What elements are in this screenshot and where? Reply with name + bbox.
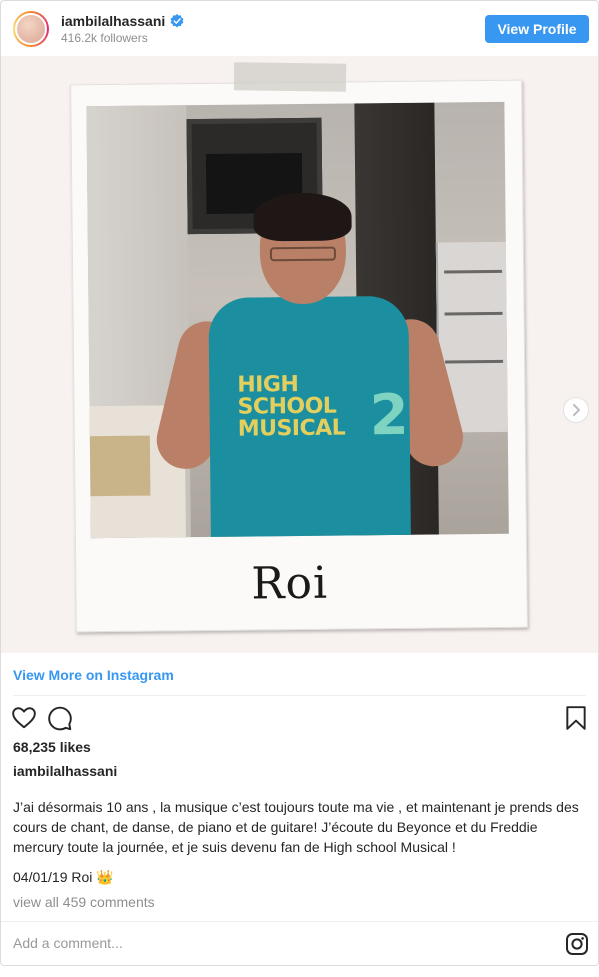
comment-bar: Add a comment... bbox=[1, 921, 598, 965]
childhood-photo: HIGH SCHOOL MUSICAL 2 bbox=[86, 101, 509, 539]
caption-text: J’ai désormais 10 ans , la musique c’est… bbox=[13, 799, 579, 855]
caption-date-line: 04/01/19 Roi 👑 bbox=[13, 869, 114, 885]
verified-badge-icon bbox=[170, 14, 184, 28]
action-bar bbox=[11, 705, 589, 731]
view-more-link[interactable]: View More on Instagram bbox=[13, 667, 174, 683]
bookmark-icon[interactable] bbox=[563, 705, 589, 731]
instagram-embed-card: iambilalhassani 416.2k followers View Pr… bbox=[0, 0, 599, 966]
heart-icon[interactable] bbox=[11, 705, 37, 731]
next-slide-button[interactable] bbox=[563, 397, 589, 423]
comment-input[interactable]: Add a comment... bbox=[13, 935, 533, 951]
view-comments-link[interactable]: view all 459 comments bbox=[13, 894, 155, 910]
view-profile-button[interactable]: View Profile bbox=[485, 15, 589, 43]
chevron-right-icon bbox=[573, 404, 581, 416]
shirt-logo-text: HIGH SCHOOL MUSICAL bbox=[237, 372, 346, 442]
post-header: iambilalhassani 416.2k followers View Pr… bbox=[1, 1, 598, 57]
caption-username[interactable]: iambilalhassani bbox=[13, 763, 117, 779]
follower-count: 416.2k followers bbox=[61, 31, 148, 45]
glasses bbox=[269, 246, 337, 262]
speech-bubble-icon[interactable] bbox=[47, 705, 73, 731]
username-row: iambilalhassani bbox=[61, 13, 184, 29]
username-link[interactable]: iambilalhassani bbox=[61, 13, 165, 29]
polaroid-caption: Roi bbox=[251, 557, 329, 610]
avatar[interactable] bbox=[13, 11, 49, 47]
boy-figure: HIGH SCHOOL MUSICAL 2 bbox=[150, 192, 470, 539]
instagram-logo-icon[interactable] bbox=[565, 932, 589, 956]
shirt-logo-number: 2 bbox=[369, 382, 409, 449]
divider bbox=[13, 695, 586, 696]
polaroid-photo: HIGH SCHOOL MUSICAL 2 Roi bbox=[70, 79, 528, 633]
tape-strip bbox=[233, 62, 347, 92]
like-count[interactable]: 68,235 likes bbox=[13, 739, 91, 755]
post-media[interactable]: HIGH SCHOOL MUSICAL 2 Roi bbox=[1, 56, 598, 653]
